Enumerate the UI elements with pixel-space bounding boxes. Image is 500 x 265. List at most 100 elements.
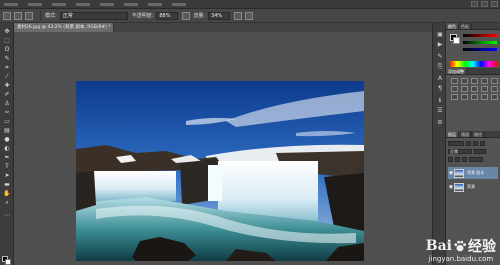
curves-icon[interactable] bbox=[471, 78, 478, 84]
filter-pixel-icon[interactable] bbox=[466, 140, 471, 146]
photo-filter-icon[interactable] bbox=[481, 86, 488, 92]
color-spectrum[interactable] bbox=[449, 61, 497, 67]
tool-presets-icon[interactable]: ⚙ bbox=[436, 119, 444, 126]
toggle-brush-panel-icon[interactable] bbox=[25, 11, 33, 20]
tab-swatches[interactable]: 色板 bbox=[459, 23, 472, 29]
selective-color-icon[interactable] bbox=[491, 94, 498, 100]
document-tab[interactable]: 素材26.jpg @ 43.2% (背景 副本, RGB/8#) * bbox=[14, 23, 114, 32]
minimize-button[interactable] bbox=[471, 1, 478, 7]
hand-tool-icon[interactable]: ✋ bbox=[3, 191, 11, 197]
tools-panel: ✥ ⬚ ʘ ✎ ⌗ ⁄ ✚ ✐ ♙ ✑ ▭ ▤ ● ◐ ✒ T ➤ ▬ ✋ ⌕ … bbox=[0, 23, 14, 265]
blend-mode-select[interactable]: 正常 bbox=[448, 148, 472, 154]
history-icon[interactable]: ▣ bbox=[436, 31, 444, 38]
layer-row[interactable]: ◉ 背景 副本 bbox=[448, 167, 498, 179]
blur-tool-icon[interactable]: ● bbox=[3, 137, 11, 143]
blue-slider[interactable] bbox=[463, 48, 497, 51]
maximize-button[interactable] bbox=[481, 1, 488, 7]
color-balance-icon[interactable] bbox=[461, 86, 468, 92]
lasso-tool-icon[interactable]: ʘ bbox=[3, 47, 11, 53]
background-color-swatch[interactable] bbox=[5, 259, 11, 265]
gradient-tool-icon[interactable]: ▤ bbox=[3, 128, 11, 134]
clone-source-icon[interactable]: ⎘ bbox=[436, 63, 444, 70]
hue-saturation-icon[interactable] bbox=[451, 86, 458, 92]
dodge-tool-icon[interactable]: ◐ bbox=[3, 146, 11, 152]
tab-layers[interactable]: 图层 bbox=[446, 131, 459, 137]
brush-size-icon[interactable] bbox=[14, 11, 22, 20]
layer-kind-filter[interactable] bbox=[448, 140, 464, 146]
zoom-tool-icon[interactable]: ⌕ bbox=[3, 200, 11, 206]
tab-adjustments[interactable]: 添加调整 bbox=[446, 68, 467, 74]
pressure-size-icon[interactable] bbox=[245, 11, 254, 20]
lock-position-icon[interactable] bbox=[455, 156, 460, 162]
lock-pixels-icon[interactable] bbox=[448, 156, 453, 162]
layer-row[interactable]: ◉ 背景 bbox=[448, 181, 498, 193]
layer-name: 背景 bbox=[467, 184, 475, 189]
tab-color[interactable]: 颜色 bbox=[446, 23, 459, 29]
info-icon[interactable]: ℹ bbox=[436, 97, 444, 104]
menu-item[interactable] bbox=[52, 2, 66, 6]
tab-paths[interactable]: 路径 bbox=[472, 131, 485, 137]
path-selection-tool-icon[interactable]: ➤ bbox=[3, 173, 11, 179]
airbrush-icon[interactable] bbox=[234, 11, 243, 20]
tab-strip bbox=[114, 23, 432, 32]
menu-item[interactable] bbox=[148, 2, 162, 6]
close-button[interactable] bbox=[491, 1, 498, 7]
menu-item[interactable] bbox=[124, 2, 138, 6]
menu-item[interactable] bbox=[28, 2, 42, 6]
actions-icon[interactable]: ▶ bbox=[436, 41, 444, 48]
tab-channels[interactable]: 通道 bbox=[459, 131, 472, 137]
crop-tool-icon[interactable]: ⌗ bbox=[3, 65, 11, 71]
menu-item[interactable] bbox=[172, 2, 186, 6]
more-tools-icon[interactable]: ⋯ bbox=[3, 213, 11, 219]
pressure-opacity-icon[interactable] bbox=[182, 11, 191, 20]
green-slider[interactable] bbox=[463, 41, 497, 44]
layers-panel-tabs: 图层 通道 路径 bbox=[446, 131, 500, 138]
filter-type-icon[interactable] bbox=[480, 140, 485, 146]
filter-adjust-icon[interactable] bbox=[473, 140, 478, 146]
history-brush-tool-icon[interactable]: ✑ bbox=[3, 110, 11, 116]
mode-select[interactable]: 正常 bbox=[59, 11, 128, 20]
panel-background-swatch[interactable] bbox=[453, 37, 460, 44]
menu-item[interactable] bbox=[4, 2, 18, 6]
menu-item[interactable] bbox=[76, 2, 90, 6]
flow-input[interactable]: 34% bbox=[208, 11, 231, 20]
layer-thumbnail bbox=[454, 182, 464, 192]
lock-all-icon[interactable] bbox=[462, 156, 467, 162]
posterize-icon[interactable] bbox=[461, 94, 468, 100]
type-tool-icon[interactable]: T bbox=[3, 164, 11, 170]
levels-icon[interactable] bbox=[461, 78, 468, 84]
black-white-icon[interactable] bbox=[471, 86, 478, 92]
invert-icon[interactable] bbox=[451, 94, 458, 100]
clone-stamp-tool-icon[interactable]: ♙ bbox=[3, 101, 11, 107]
healing-brush-tool-icon[interactable]: ✚ bbox=[3, 83, 11, 89]
eraser-tool-icon[interactable]: ▭ bbox=[3, 119, 11, 125]
quick-select-tool-icon[interactable]: ✎ bbox=[3, 56, 11, 62]
menu-item[interactable] bbox=[100, 2, 114, 6]
brush-tool-icon[interactable]: ✐ bbox=[3, 92, 11, 98]
red-slider[interactable] bbox=[463, 34, 497, 37]
properties-icon[interactable]: ☰ bbox=[436, 107, 444, 114]
layer-name: 背景 副本 bbox=[467, 170, 485, 175]
brush-preset-icon[interactable] bbox=[3, 11, 11, 20]
menu-bar bbox=[0, 0, 500, 9]
marquee-tool-icon[interactable]: ⬚ bbox=[3, 38, 11, 44]
vibrance-icon[interactable] bbox=[491, 78, 498, 84]
gradient-map-icon[interactable] bbox=[481, 94, 488, 100]
channel-mixer-icon[interactable] bbox=[491, 86, 498, 92]
fill-input[interactable] bbox=[469, 156, 483, 162]
shape-tool-icon[interactable]: ▬ bbox=[3, 182, 11, 188]
pen-tool-icon[interactable]: ✒ bbox=[3, 155, 11, 161]
threshold-icon[interactable] bbox=[471, 94, 478, 100]
eyedropper-tool-icon[interactable]: ⁄ bbox=[3, 74, 11, 80]
brightness-icon[interactable] bbox=[451, 78, 458, 84]
opacity-input[interactable]: 88% bbox=[156, 11, 179, 20]
adjustments-grid bbox=[446, 75, 500, 103]
document-canvas-image[interactable] bbox=[76, 81, 364, 261]
move-tool-icon[interactable]: ✥ bbox=[3, 29, 11, 35]
paragraph-icon[interactable]: ¶ bbox=[436, 85, 444, 92]
layer-opacity-input[interactable] bbox=[474, 148, 486, 154]
opacity-label: 不透明度: bbox=[131, 13, 154, 19]
exposure-icon[interactable] bbox=[481, 78, 488, 84]
character-icon[interactable]: A bbox=[436, 75, 444, 82]
brush-panel-icon[interactable]: ✎ bbox=[436, 53, 444, 60]
